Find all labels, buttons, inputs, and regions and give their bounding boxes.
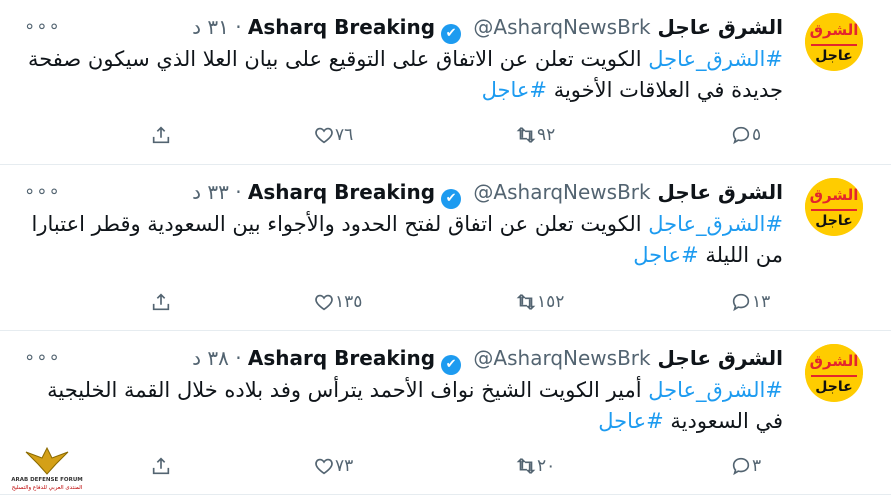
separator-dot: · (235, 15, 242, 39)
retweet-button[interactable]: ١٥٢ (515, 287, 572, 317)
more-options-icon[interactable]: ∘∘∘ (24, 16, 61, 37)
tweet-actions: ١٣ ١٥٢ ١٣٥ (0, 287, 891, 317)
user-handle[interactable]: @AsharqNewsBrk (473, 180, 650, 204)
reply-button[interactable]: ١٣ (730, 287, 778, 317)
watermark-line1: ARAB DEFENSE FORUM (11, 477, 83, 483)
avatar[interactable]: الشرق عاجل (805, 13, 863, 71)
tweet-actions: ٥ ٩٢ ٧٦ (0, 120, 891, 150)
like-count: ٧٦ (335, 125, 354, 145)
retweet-count: ٢٠ (537, 456, 556, 476)
watermark-line2: المنتدى العربي للدفاع والتسليح (11, 485, 83, 491)
avatar[interactable]: الشرق عاجل (805, 344, 863, 402)
heart-icon (315, 127, 333, 144)
tweet-text: #الشرق_عاجل الكويت تعلن عن الاتفاق على ا… (23, 44, 783, 106)
tweet-text: #الشرق_عاجل أمير الكويت الشيخ نواف الأحم… (23, 375, 783, 437)
verified-icon: ✔ (441, 189, 462, 209)
hashtag-link[interactable]: #عاجل (598, 409, 663, 433)
like-button[interactable]: ٧٦ (313, 120, 361, 150)
share-icon (152, 126, 170, 144)
tweet[interactable]: الشرق عاجل الشرق عاجل Asharq Breaking✔ @… (0, 165, 891, 331)
avatar[interactable]: الشرق عاجل (805, 178, 863, 236)
share-button[interactable] (150, 451, 172, 481)
user-handle[interactable]: @AsharqNewsBrk (473, 346, 650, 370)
more-options-icon[interactable]: ∘∘∘ (24, 347, 61, 368)
share-icon (152, 457, 170, 475)
forum-watermark: ARAB DEFENSE FORUM المنتدى العربي للدفاع… (4, 440, 90, 495)
hashtag-link[interactable]: #الشرق_عاجل (648, 212, 783, 236)
eagle-logo-icon (25, 446, 69, 475)
retweet-button[interactable]: ٢٠ (515, 451, 563, 481)
reply-icon (732, 293, 750, 312)
timestamp[interactable]: ٣٣ د (192, 180, 229, 204)
separator-dot: · (235, 180, 242, 204)
tweet-header: الشرق عاجل Asharq Breaking✔ @AsharqNewsB… (192, 12, 783, 44)
reply-count: ٥ (752, 125, 762, 145)
retweet-count: ١٥٢ (537, 292, 565, 312)
reply-icon (732, 126, 750, 145)
tweet[interactable]: الشرق عاجل الشرق عاجل Asharq Breaking✔ @… (0, 0, 891, 165)
share-button[interactable] (150, 287, 172, 317)
separator-dot: · (235, 346, 242, 370)
like-count: ٧٣ (335, 456, 354, 476)
avatar-logo-top: الشرق (805, 178, 863, 209)
tweet[interactable]: الشرق عاجل الشرق عاجل Asharq Breaking✔ @… (0, 331, 891, 495)
hashtag-link[interactable]: #عاجل (633, 243, 698, 267)
tweet-header: الشرق عاجل Asharq Breaking✔ @AsharqNewsB… (192, 343, 783, 375)
retweet-count: ٩٢ (537, 125, 556, 145)
reply-button[interactable]: ٣ (730, 451, 769, 481)
retweet-icon (516, 127, 536, 143)
avatar-logo-top: الشرق (805, 344, 863, 375)
like-button[interactable]: ٧٣ (313, 451, 361, 481)
reply-count: ٣ (752, 456, 762, 476)
timestamp[interactable]: ٣١ د (192, 15, 229, 39)
verified-icon: ✔ (441, 355, 462, 375)
reply-button[interactable]: ٥ (730, 120, 769, 150)
reply-icon (732, 457, 750, 476)
retweet-button[interactable]: ٩٢ (515, 120, 563, 150)
like-count: ١٣٥ (335, 292, 363, 312)
heart-icon (315, 294, 333, 311)
tweet-text: #الشرق_عاجل الكويت تعلن عن اتفاق لفتح ال… (23, 209, 783, 271)
tweet-header: الشرق عاجل Asharq Breaking✔ @AsharqNewsB… (192, 177, 783, 209)
retweet-icon (516, 294, 536, 310)
like-button[interactable]: ١٣٥ (313, 287, 370, 317)
tweet-actions: ٣ ٢٠ ٧٣ (0, 451, 891, 481)
user-handle[interactable]: @AsharqNewsBrk (473, 15, 650, 39)
avatar-logo-bottom: عاجل (815, 48, 853, 64)
more-options-icon[interactable]: ∘∘∘ (24, 181, 61, 202)
hashtag-link[interactable]: #الشرق_عاجل (648, 47, 783, 71)
avatar-logo-top: الشرق (805, 13, 863, 44)
verified-icon: ✔ (441, 24, 462, 44)
avatar-logo-bottom: عاجل (815, 379, 853, 395)
reply-count: ١٣ (752, 292, 771, 312)
hashtag-link[interactable]: #الشرق_عاجل (648, 378, 783, 402)
hashtag-link[interactable]: #عاجل (482, 78, 547, 102)
avatar-logo-bottom: عاجل (815, 213, 853, 229)
retweet-icon (516, 458, 536, 474)
timestamp[interactable]: ٣٨ د (192, 346, 229, 370)
heart-icon (315, 458, 333, 475)
share-button[interactable] (150, 120, 172, 150)
share-icon (152, 293, 170, 311)
